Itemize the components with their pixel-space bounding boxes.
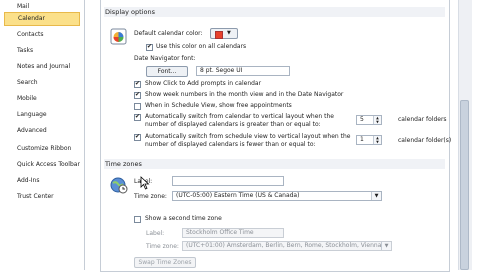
display-options-header: Display options bbox=[104, 7, 445, 17]
chevron-down-icon[interactable]: ▼ bbox=[381, 242, 391, 250]
auto-switch-schedule-checkbox[interactable] bbox=[134, 133, 141, 141]
second-timezone-label: Show a second time zone bbox=[145, 215, 222, 222]
scrollbar-thumb[interactable] bbox=[460, 100, 469, 270]
date-nav-font-label: Date Navigator font: bbox=[134, 55, 196, 62]
sidebar-item-tasks[interactable]: Tasks bbox=[4, 44, 80, 58]
calendar-folder-spinner[interactable]: 1 ▲ ▼ bbox=[356, 135, 382, 145]
calendar-color-icon bbox=[110, 28, 127, 45]
sidebar-item-language[interactable]: Language bbox=[4, 108, 80, 122]
timezone-label-input[interactable] bbox=[172, 176, 284, 186]
auto-switch-1-line2: number of displayed calendars is greater… bbox=[145, 121, 321, 128]
second-label-label: Label: bbox=[146, 230, 165, 237]
sidebar-item-calendar[interactable]: Calendar bbox=[4, 12, 80, 26]
chevron-down-icon[interactable]: ▼ bbox=[371, 192, 381, 200]
show-click-add-checkbox[interactable] bbox=[134, 80, 141, 88]
sidebar-item-notes-and-journal[interactable]: Notes and Journal bbox=[4, 60, 80, 74]
sidebar-item-trust-center[interactable]: Trust Center bbox=[4, 190, 80, 204]
sidebar-item-add-ins[interactable]: Add-Ins bbox=[4, 174, 80, 188]
show-click-add-label: Show Click to Add prompts in calendar bbox=[145, 80, 262, 87]
timezone-select-value: (UTC-05:00) Eastern Time (US & Canada) bbox=[176, 192, 300, 199]
spinner-arrows-icon[interactable]: ▲ ▼ bbox=[373, 136, 381, 144]
sidebar-item-search[interactable]: Search bbox=[4, 76, 80, 90]
calendar-folders-unit: calendar folders bbox=[398, 116, 447, 123]
show-week-numbers-checkbox[interactable] bbox=[134, 91, 141, 99]
auto-switch-vertical-checkbox[interactable] bbox=[134, 113, 141, 121]
second-label-input[interactable]: Stockholm Office Time bbox=[182, 228, 284, 238]
calendar-folders-value: 5 bbox=[360, 116, 364, 123]
font-button[interactable]: Font... bbox=[146, 66, 188, 77]
globe-clock-icon bbox=[110, 176, 128, 194]
auto-switch-1-line1: Automatically switch from calendar to ve… bbox=[145, 113, 334, 120]
mouse-cursor-icon bbox=[140, 176, 150, 190]
sidebar-item-contacts[interactable]: Contacts bbox=[4, 28, 80, 42]
auto-switch-2-line2: number of displayed calendars is fewer t… bbox=[145, 141, 316, 148]
sidebar-item-customize-ribbon[interactable]: Customize Ribbon bbox=[4, 142, 80, 156]
use-color-all-label: Use this color on all calendars bbox=[156, 43, 247, 50]
calendar-color-dropdown[interactable]: ▼ bbox=[210, 28, 238, 39]
default-color-label: Default calendar color: bbox=[134, 30, 203, 37]
time-zones-header: Time zones bbox=[104, 159, 445, 169]
timezone-select[interactable]: (UTC-05:00) Eastern Time (US & Canada) ▼ bbox=[172, 191, 382, 201]
calendar-folders-spinner[interactable]: 5 ▲ ▼ bbox=[356, 115, 382, 125]
spinner-arrows-icon[interactable]: ▲ ▼ bbox=[373, 116, 381, 124]
second-timezone-checkbox[interactable] bbox=[134, 216, 141, 223]
second-timezone-value: (UTC+01:00) Amsterdam, Berlin, Bern, Rom… bbox=[186, 242, 382, 249]
chevron-down-icon: ▼ bbox=[227, 30, 231, 36]
sidebar-item-mobile[interactable]: Mobile bbox=[4, 92, 80, 106]
sidebar-item-advanced[interactable]: Advanced bbox=[4, 124, 80, 138]
color-swatch-icon bbox=[215, 31, 223, 39]
timezone-zone-label: Time zone: bbox=[134, 193, 167, 200]
font-value-field: 8 pt. Segoe UI bbox=[196, 66, 290, 76]
show-week-numbers-label: Show week numbers in the month view and … bbox=[145, 91, 344, 98]
second-zone-label: Time zone: bbox=[146, 243, 179, 250]
use-color-all-checkbox[interactable] bbox=[146, 43, 153, 51]
auto-switch-2-line1: Automatically switch from schedule view … bbox=[145, 133, 351, 140]
second-timezone-select[interactable]: (UTC+01:00) Amsterdam, Berlin, Bern, Rom… bbox=[182, 241, 392, 251]
schedule-free-checkbox[interactable] bbox=[134, 103, 141, 110]
calendar-folder-value: 1 bbox=[360, 136, 364, 143]
schedule-free-label: When in Schedule View, show free appoint… bbox=[145, 102, 292, 109]
swap-time-zones-button[interactable]: Swap Time Zones bbox=[134, 257, 196, 268]
sidebar-item-quick-access-toolbar[interactable]: Quick Access Toolbar bbox=[4, 158, 80, 172]
calendar-folder-unit: calendar folder(s) bbox=[398, 137, 452, 144]
